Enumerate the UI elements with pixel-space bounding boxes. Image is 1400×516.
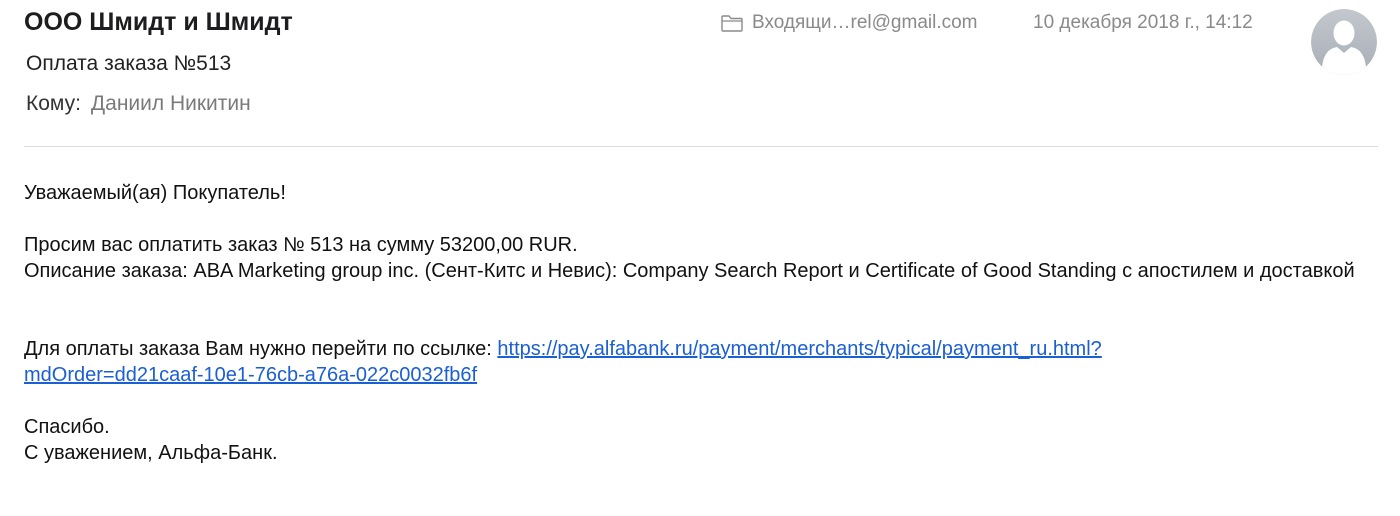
payment-instruction: Для оплаты заказа Вам нужно перейти по с… [24, 336, 1364, 388]
recipient-label: Кому: [26, 92, 81, 115]
message-body: Уважаемый(ая) Покупатель! Просим вас опл… [24, 180, 1364, 466]
mailbox-label: Входящи…rel@gmail.com [752, 12, 978, 33]
payment-prefix-text: Для оплаты заказа Вам нужно перейти по с… [24, 338, 498, 360]
folder-icon [720, 13, 744, 33]
sender-name: ООО Шмидт и Шмидт [24, 8, 293, 36]
payment-link-part2: mdOrder=dd21caaf-10e1-76cb-a76a-022c0032… [24, 364, 478, 386]
recipient-name[interactable]: Даниил Никитин [91, 92, 251, 115]
email-subject: Оплата заказа №513 [26, 52, 232, 75]
header-divider [24, 146, 1378, 147]
signature-text: С уважением, Альфа-Банк. [24, 442, 278, 464]
payment-link-part1: https://pay.alfabank.ru/payment/merchant… [497, 338, 1102, 360]
recipient-row: Кому: Даниил Никитин [26, 92, 251, 116]
email-view: ООО Шмидт и Шмидт Оплата заказа №513 Ком… [0, 0, 1400, 516]
email-date: 10 декабря 2018 г., 14:12 [1033, 12, 1253, 33]
avatar [1311, 9, 1377, 75]
person-silhouette-icon [1311, 9, 1377, 75]
request-text: Просим вас оплатить заказ № 513 на сумму… [24, 234, 578, 256]
greeting-text: Уважаемый(ая) Покупатель! [24, 182, 286, 204]
thanks-text: Спасибо. [24, 416, 110, 438]
order-description: Описание заказа: ABA Marketing group inc… [24, 260, 1355, 282]
mailbox-location[interactable]: Входящи…rel@gmail.com [720, 12, 978, 34]
